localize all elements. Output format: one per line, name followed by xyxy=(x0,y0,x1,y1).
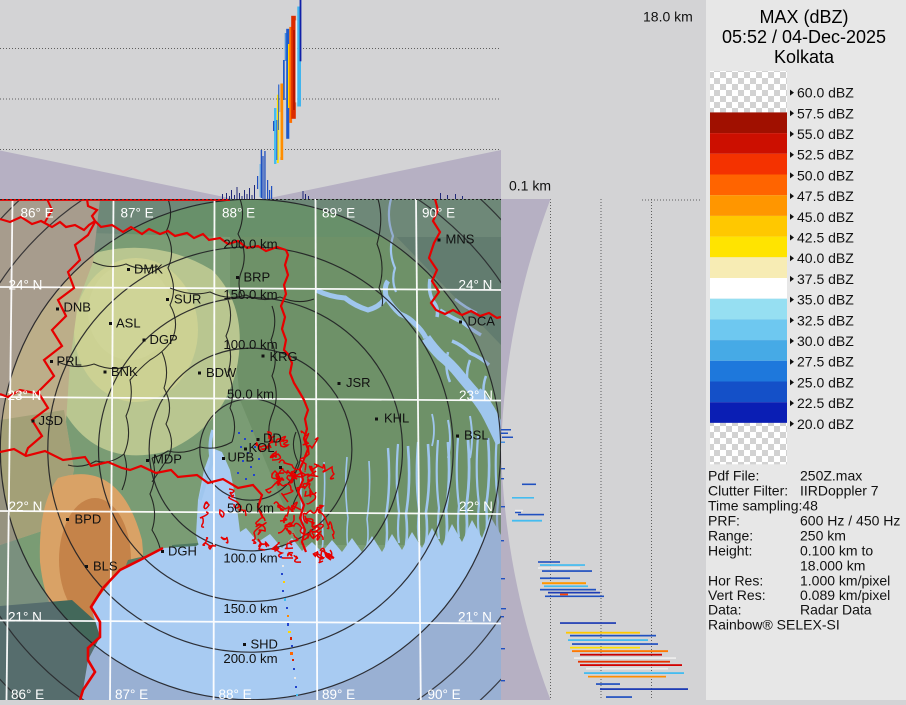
svg-text:21° N: 21° N xyxy=(458,610,492,625)
svg-text:57.5 dBZ: 57.5 dBZ xyxy=(797,105,854,121)
svg-text:Kolkata: Kolkata xyxy=(774,47,835,67)
svg-text:200.0 km: 200.0 km xyxy=(223,237,277,252)
svg-text:Clutter Filter:: Clutter Filter: xyxy=(708,483,788,499)
svg-text:88° E: 88° E xyxy=(222,206,255,221)
svg-text:22.5 dBZ: 22.5 dBZ xyxy=(797,395,854,411)
svg-text:30.0 dBZ: 30.0 dBZ xyxy=(797,333,854,349)
svg-text:Radar Data: Radar Data xyxy=(800,602,872,618)
svg-text:35.0 dBZ: 35.0 dBZ xyxy=(797,292,854,308)
svg-text:87° E: 87° E xyxy=(115,687,148,700)
svg-text:Pdf File:: Pdf File: xyxy=(708,468,759,484)
svg-text:100.0 km: 100.0 km xyxy=(223,551,277,566)
svg-text:250 km: 250 km xyxy=(800,528,846,544)
svg-text:DCA: DCA xyxy=(468,314,496,329)
svg-text:Time sampling:48: Time sampling:48 xyxy=(708,498,818,514)
svg-text:40.0 dBZ: 40.0 dBZ xyxy=(797,250,854,266)
svg-text:23° N: 23° N xyxy=(8,388,42,403)
svg-text:250Z.max: 250Z.max xyxy=(800,468,862,484)
svg-text:0.1 km: 0.1 km xyxy=(509,178,551,194)
svg-text:DMK: DMK xyxy=(134,262,163,277)
svg-text:52.5 dBZ: 52.5 dBZ xyxy=(797,147,854,163)
svg-text:200.0 km: 200.0 km xyxy=(223,651,277,666)
svg-text:BPD: BPD xyxy=(75,512,102,527)
svg-text:87° E: 87° E xyxy=(121,206,154,221)
svg-text:SUR: SUR xyxy=(174,292,201,307)
svg-text:18.000 km: 18.000 km xyxy=(800,558,865,574)
svg-text:25.0 dBZ: 25.0 dBZ xyxy=(797,374,854,390)
svg-text:BSL: BSL xyxy=(464,428,489,443)
svg-text:88° E: 88° E xyxy=(219,687,252,700)
svg-text:50.0 dBZ: 50.0 dBZ xyxy=(797,167,854,183)
svg-text:50.0 km: 50.0 km xyxy=(227,387,274,402)
svg-text:150.0 km: 150.0 km xyxy=(223,601,277,616)
svg-text:18.0 km: 18.0 km xyxy=(643,9,693,25)
svg-text:DGH: DGH xyxy=(168,544,197,559)
svg-text:24° N: 24° N xyxy=(459,278,493,293)
svg-text:90° E: 90° E xyxy=(422,206,455,221)
svg-text:JSR: JSR xyxy=(346,375,371,390)
svg-text:600 Hz / 450 Hz: 600 Hz / 450 Hz xyxy=(800,513,900,529)
svg-text:22° N: 22° N xyxy=(9,499,43,514)
svg-text:MNS: MNS xyxy=(446,232,475,247)
svg-text:21° N: 21° N xyxy=(8,610,42,625)
svg-text:SHD: SHD xyxy=(251,637,278,652)
svg-text:20.0 dBZ: 20.0 dBZ xyxy=(797,416,854,432)
svg-text:BLS: BLS xyxy=(93,559,118,574)
svg-text:JSD: JSD xyxy=(39,413,64,428)
svg-text:22° N: 22° N xyxy=(459,499,493,514)
svg-text:MDP: MDP xyxy=(153,452,182,467)
svg-text:PRL: PRL xyxy=(57,354,82,369)
svg-text:UPB: UPB xyxy=(228,450,255,465)
svg-text:37.5 dBZ: 37.5 dBZ xyxy=(797,271,854,287)
svg-text:MAX (dBZ): MAX (dBZ) xyxy=(759,7,848,27)
svg-text:90° E: 90° E xyxy=(428,687,461,700)
svg-text:0.100 km to: 0.100 km to xyxy=(800,543,873,559)
svg-text:42.5 dBZ: 42.5 dBZ xyxy=(797,230,854,246)
svg-text:BNK: BNK xyxy=(111,364,138,379)
svg-text:60.0 dBZ: 60.0 dBZ xyxy=(797,85,854,101)
svg-text:89° E: 89° E xyxy=(322,687,355,700)
svg-text:BRP: BRP xyxy=(244,270,271,285)
svg-text:BDW: BDW xyxy=(206,365,237,380)
svg-text:86° E: 86° E xyxy=(21,206,54,221)
svg-text:DGP: DGP xyxy=(150,332,178,347)
svg-text:24° N: 24° N xyxy=(9,278,43,293)
svg-text:27.5 dBZ: 27.5 dBZ xyxy=(797,354,854,370)
svg-text:150.0 km: 150.0 km xyxy=(223,287,277,302)
svg-text:100.0 km: 100.0 km xyxy=(223,337,277,352)
svg-text:89° E: 89° E xyxy=(322,206,355,221)
svg-text:47.5 dBZ: 47.5 dBZ xyxy=(797,188,854,204)
svg-text:IIRDoppler 7: IIRDoppler 7 xyxy=(800,483,879,499)
svg-text:45.0 dBZ: 45.0 dBZ xyxy=(797,209,854,225)
svg-text:05:52 / 04-Dec-2025: 05:52 / 04-Dec-2025 xyxy=(722,27,886,47)
svg-text:50.0 km: 50.0 km xyxy=(227,501,274,516)
svg-text:Range:: Range: xyxy=(708,528,753,544)
svg-text:ASL: ASL xyxy=(116,316,141,331)
svg-text:55.0 dBZ: 55.0 dBZ xyxy=(797,126,854,142)
svg-text:23° N: 23° N xyxy=(459,388,493,403)
svg-text:86° E: 86° E xyxy=(11,687,44,700)
svg-text:PRF:: PRF: xyxy=(708,513,740,529)
svg-text:Rainbow® SELEX-SI: Rainbow® SELEX-SI xyxy=(708,617,840,633)
svg-text:Height:: Height: xyxy=(708,543,752,559)
svg-text:32.5 dBZ: 32.5 dBZ xyxy=(797,312,854,328)
svg-text:DNB: DNB xyxy=(64,300,91,315)
svg-text:KHL: KHL xyxy=(384,411,409,426)
svg-text:Data:: Data: xyxy=(708,602,741,618)
